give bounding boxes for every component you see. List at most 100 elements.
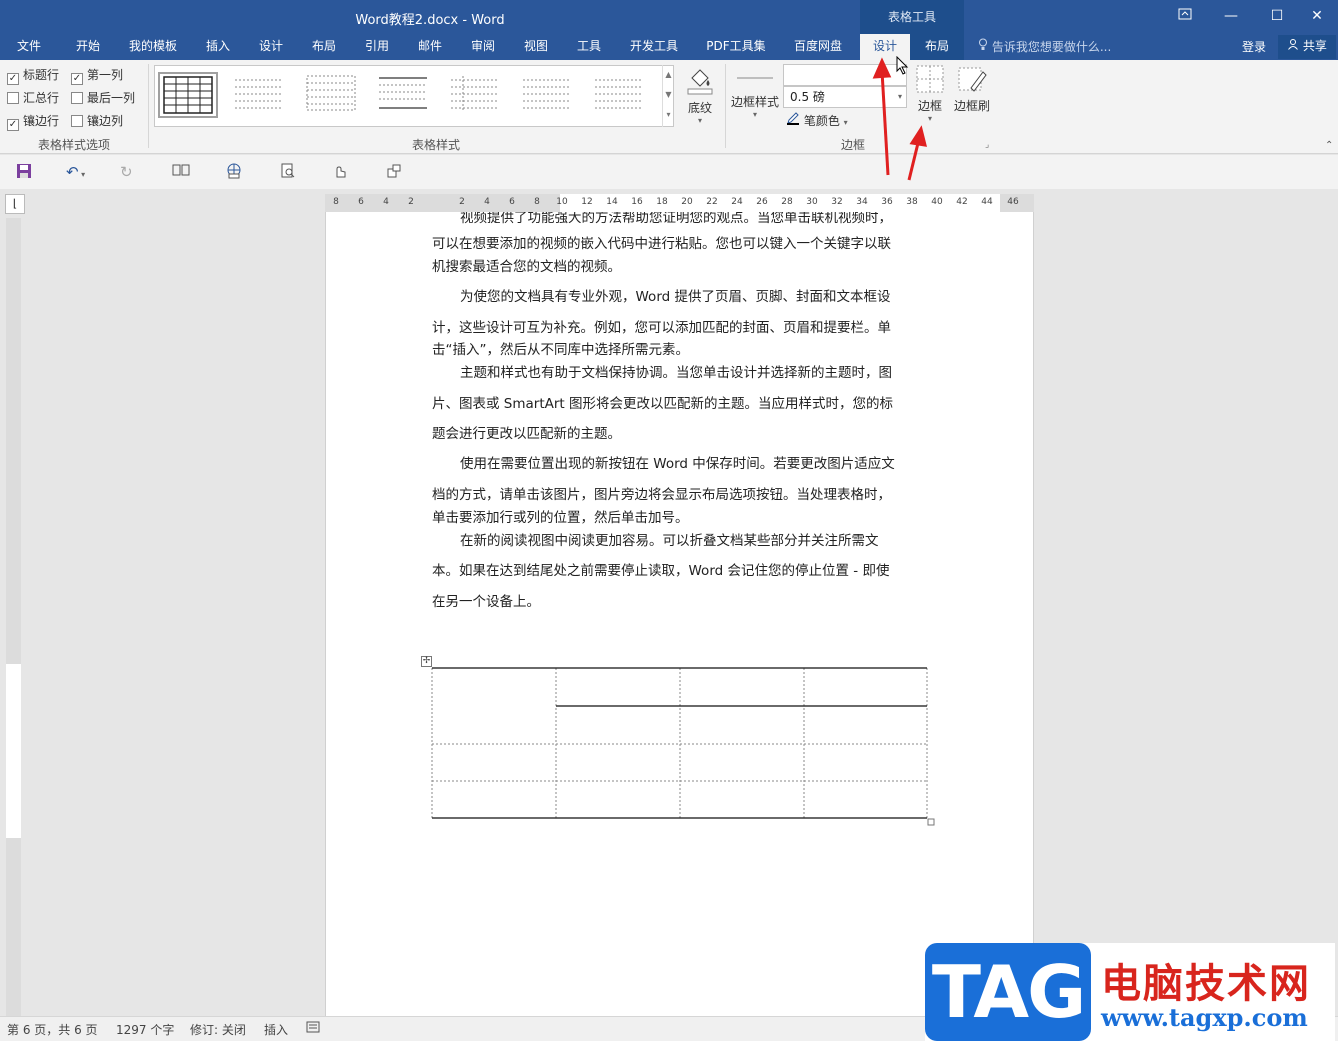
ruler-tick: 32 xyxy=(831,197,843,207)
dialog-launcher-icon[interactable]: ⌟ xyxy=(985,140,989,150)
vertical-ruler[interactable] xyxy=(6,218,21,1016)
checkbox-label: 镶边行 xyxy=(23,114,60,128)
tab-design[interactable]: 设计 xyxy=(247,34,295,60)
paragraph-line: 视频提供了功能强大的方法帮助您证明您的观点。当您单击联机视频时， xyxy=(460,212,892,226)
pen-weight-value: 0.5 磅 xyxy=(790,90,825,104)
customize-qat-icon[interactable] xyxy=(386,163,402,183)
close-button[interactable]: ✕ xyxy=(1294,0,1338,32)
title-bar: Word教程2.docx - Word 表格工具 — ☐ ✕ xyxy=(0,0,1338,34)
checkbox-banded-rows[interactable]: ✓ 镶边行 xyxy=(7,112,59,131)
share-label: 共享 xyxy=(1302,39,1327,53)
print-preview-icon[interactable] xyxy=(280,163,296,183)
tab-view[interactable]: 视图 xyxy=(512,34,560,60)
ruler-tick: 2 xyxy=(459,197,465,207)
ruler-tick: 4 xyxy=(484,197,490,207)
table-style-plain-2[interactable] xyxy=(303,72,363,118)
web-layout-icon[interactable] xyxy=(226,163,242,183)
ruler-tick: 28 xyxy=(781,197,793,207)
collapse-ribbon-icon[interactable]: ⌃ xyxy=(1325,140,1333,151)
tab-pdf-tools[interactable]: PDF工具集 xyxy=(696,34,776,60)
horizontal-ruler[interactable]: 8 6 4 2 2 4 6 8 10 12 14 16 18 20 22 24 … xyxy=(325,194,1034,212)
ruler-tick: 44 xyxy=(981,197,993,207)
ruler-tick: 6 xyxy=(509,197,515,207)
paragraph-line: 计，这些设计可互为补充。例如，您可以添加匹配的封面、页眉和提要栏。单 xyxy=(432,320,891,336)
tab-review[interactable]: 审阅 xyxy=(459,34,507,60)
table-style-plain-3[interactable] xyxy=(375,72,435,118)
border-painter-button[interactable]: 边框刷 xyxy=(952,64,992,114)
ruler-tick: 20 xyxy=(681,197,693,207)
read-mode-icon[interactable] xyxy=(172,163,190,181)
touch-mode-icon[interactable] xyxy=(332,163,348,183)
ruler-tick: 34 xyxy=(856,197,868,207)
pen-color-button[interactable]: 笔颜色 ▾ xyxy=(786,111,848,129)
tab-references[interactable]: 引用 xyxy=(353,34,401,60)
tab-baidu-netdisk[interactable]: 百度网盘 xyxy=(784,34,852,60)
chevron-down-icon[interactable]: ▼ xyxy=(663,85,674,105)
tab-developer[interactable]: 开发工具 xyxy=(620,34,688,60)
login-link[interactable]: 登录 xyxy=(1242,38,1266,55)
border-painter-label: 边框刷 xyxy=(953,99,990,113)
paragraph-line: 主题和样式也有助于文档保持协调。当您单击设计并选择新的主题时，图 xyxy=(460,365,892,381)
tab-mailings[interactable]: 邮件 xyxy=(406,34,454,60)
checkbox-label: 最后一列 xyxy=(87,91,136,105)
share-button[interactable]: 共享 xyxy=(1278,35,1336,59)
lightbulb-icon xyxy=(978,38,992,54)
gallery-scroll[interactable]: ▲ ▼ ▾ xyxy=(662,65,674,127)
minimize-button[interactable]: — xyxy=(1208,0,1254,32)
tab-home[interactable]: 开始 xyxy=(64,34,112,60)
save-icon[interactable] xyxy=(16,163,32,183)
pen-icon xyxy=(786,112,804,128)
insert-mode-status[interactable]: 插入 xyxy=(264,1021,288,1038)
quick-access-toolbar: ↶ ▾ ↻ xyxy=(0,155,1338,189)
checkbox-total-row[interactable]: 汇总行 xyxy=(7,89,59,106)
paragraph-line: 为使您的文档具有专业外观，Word 提供了页眉、页脚、封面和文本框设 xyxy=(460,289,891,305)
tab-my-templates[interactable]: 我的模板 xyxy=(120,34,186,60)
ribbon-display-icon[interactable] xyxy=(1162,0,1208,32)
checkbox-first-column[interactable]: ✓ 第一列 xyxy=(71,66,123,85)
checkbox-header-row[interactable]: ✓ 标题行 xyxy=(7,66,59,85)
word-count[interactable]: 1297 个字 xyxy=(116,1021,174,1038)
tab-file[interactable]: 文件 xyxy=(6,34,52,60)
table-style-plain-5[interactable] xyxy=(519,72,579,118)
table-style-plain-1[interactable] xyxy=(231,72,291,118)
table-style-grid[interactable] xyxy=(158,72,218,118)
tab-layout[interactable]: 布局 xyxy=(300,34,348,60)
pen-color-label: 笔颜色 xyxy=(803,114,840,128)
track-changes-status[interactable]: 修订: 关闭 xyxy=(190,1021,246,1038)
table-tools-context-label: 表格工具 xyxy=(860,0,964,34)
chevron-down-icon: ▾ xyxy=(697,116,702,125)
gallery-more-icon[interactable]: ▾ xyxy=(663,105,674,125)
tab-selector[interactable]: ⌊ xyxy=(5,194,25,214)
watermark-logo: TAG xyxy=(925,943,1091,1041)
shading-button[interactable]: 底纹 ▾ xyxy=(680,64,720,125)
checkbox-last-column[interactable]: 最后一列 xyxy=(71,89,135,106)
page-count[interactable]: 第 6 页，共 6 页 xyxy=(7,1021,98,1038)
border-painter-icon xyxy=(957,67,987,97)
table-style-plain-6[interactable] xyxy=(591,72,651,118)
checkbox-banded-columns[interactable]: 镶边列 xyxy=(71,112,123,129)
ruler-tick: 40 xyxy=(931,197,943,207)
tell-me-placeholder: 告诉我您想要做什么... xyxy=(991,40,1112,54)
border-styles-button[interactable]: 边框样式 ▾ xyxy=(728,66,782,119)
ruler-tick: 30 xyxy=(806,197,818,207)
tell-me-search[interactable]: 告诉我您想要做什么... xyxy=(978,38,1111,55)
ribbon-tabs: 文件 开始 我的模板 插入 设计 布局 引用 邮件 审阅 视图 工具 开发工具 … xyxy=(0,34,1338,60)
paragraph-line: 可以在想要添加的视频的嵌入代码中进行粘贴。您也可以键入一个关键字以联 xyxy=(432,236,891,252)
document-page[interactable]: 视频提供了功能强大的方法帮助您证明您的观点。当您单击联机视频时， 可以在想要添加… xyxy=(325,212,1034,1020)
paragraph-line: 片、图表或 SmartArt 图形将会更改以匹配新的主题。当应用样式时，您的标 xyxy=(432,396,893,412)
checkbox-label: 镶边列 xyxy=(87,114,124,128)
divider xyxy=(725,64,726,148)
ruler-tick: 10 xyxy=(556,197,568,207)
paragraph-line: 机搜索最适合您的文档的视频。 xyxy=(432,259,621,275)
redo-icon[interactable]: ↻ xyxy=(120,163,133,181)
table-style-plain-4[interactable] xyxy=(447,72,507,118)
checkbox-label: 汇总行 xyxy=(23,91,60,105)
undo-icon[interactable]: ↶ ▾ xyxy=(66,163,85,181)
ruler-tick: 6 xyxy=(358,197,364,207)
chevron-down-icon: ▾ xyxy=(78,170,86,179)
tab-tools[interactable]: 工具 xyxy=(565,34,613,60)
document-table[interactable] xyxy=(426,662,946,832)
tab-insert[interactable]: 插入 xyxy=(194,34,242,60)
macro-record-icon[interactable] xyxy=(306,1021,320,1036)
chevron-up-icon[interactable]: ▲ xyxy=(663,65,674,85)
